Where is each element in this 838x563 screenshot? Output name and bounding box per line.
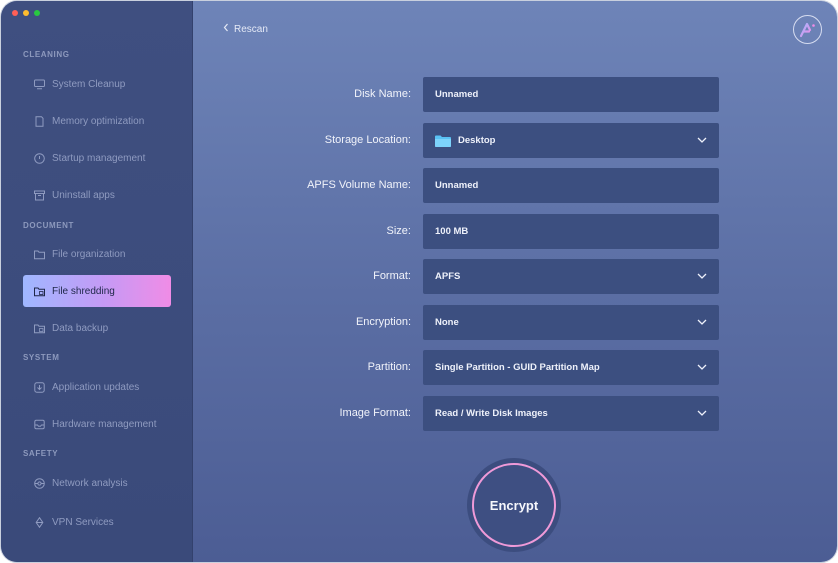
image-format-select[interactable]: Read / Write Disk Images [423, 396, 719, 431]
encryption-row: Encryption: None [1, 305, 837, 340]
disk-name-field[interactable]: Unnamed [423, 77, 719, 112]
storage-location-select[interactable]: Desktop [423, 123, 719, 158]
vpn-icon [34, 516, 45, 528]
minimize-window-button[interactable] [23, 10, 29, 16]
encryption-select[interactable]: None [423, 305, 719, 340]
disk-name-label: Disk Name: [354, 88, 411, 100]
storage-location-label: Storage Location: [324, 134, 411, 146]
partition-row: Partition: Single Partition - GUID Parti… [1, 350, 837, 385]
encryption-value: None [435, 317, 459, 328]
apfs-volume-name-label: APFS Volume Name: [307, 179, 411, 191]
chevron-down-icon [697, 271, 707, 282]
disk-name-value: Unnamed [435, 89, 479, 100]
sidebar-item-label: File organization [52, 248, 126, 260]
size-field[interactable]: 100 MB [423, 214, 719, 249]
folder-icon [435, 135, 451, 147]
partition-select[interactable]: Single Partition - GUID Partition Map [423, 350, 719, 385]
image-format-value: Read / Write Disk Images [435, 408, 548, 419]
apfs-volume-name-value: Unnamed [435, 180, 479, 191]
app-window: CLEANING System Cleanup Memory optimizat… [1, 1, 837, 562]
format-select[interactable]: APFS [423, 259, 719, 294]
folder-icon [34, 249, 45, 260]
image-format-label: Image Format: [339, 407, 411, 419]
close-window-button[interactable] [12, 10, 18, 16]
sidebar-item-network-analysis[interactable]: Network analysis [23, 467, 171, 499]
chevron-down-icon [697, 135, 707, 146]
apfs-volume-name-row: APFS Volume Name: Unnamed [1, 168, 837, 203]
chevron-down-icon [697, 408, 707, 419]
disk-name-row: Disk Name: Unnamed [1, 77, 837, 112]
size-value: 100 MB [435, 226, 469, 237]
chevron-down-icon [697, 362, 707, 373]
partition-value: Single Partition - GUID Partition Map [435, 362, 600, 373]
format-value: APFS [435, 271, 461, 282]
storage-location-row: Storage Location: Desktop [1, 123, 837, 158]
section-title-cleaning: CLEANING [23, 50, 70, 59]
rescan-back-button[interactable]: Rescan [223, 23, 268, 35]
chevron-down-icon [697, 317, 707, 328]
network-icon [34, 477, 45, 489]
sidebar-item-vpn-services[interactable]: VPN Services [23, 506, 171, 538]
apfs-volume-name-field[interactable]: Unnamed [423, 168, 719, 203]
size-row: Size: 100 MB [1, 214, 837, 249]
partition-label: Partition: [367, 361, 411, 373]
format-label: Format: [373, 270, 411, 282]
sidebar-item-label: Network analysis [52, 477, 128, 489]
rescan-label: Rescan [234, 23, 268, 35]
window-controls [12, 10, 40, 16]
chevron-left-icon [223, 23, 229, 35]
format-row: Format: APFS [1, 259, 837, 294]
encryption-label: Encryption: [355, 316, 411, 328]
encrypt-button[interactable]: Encrypt [472, 463, 556, 547]
size-label: Size: [386, 225, 411, 237]
ai-logo-icon[interactable] [793, 15, 822, 44]
sidebar-item-label: VPN Services [52, 516, 114, 528]
zoom-window-button[interactable] [34, 10, 40, 16]
encrypt-button-ring: Encrypt [467, 458, 561, 552]
section-title-safety: SAFETY [23, 449, 59, 458]
image-format-row: Image Format: Read / Write Disk Images [1, 396, 837, 431]
storage-location-value: Desktop [458, 135, 496, 146]
